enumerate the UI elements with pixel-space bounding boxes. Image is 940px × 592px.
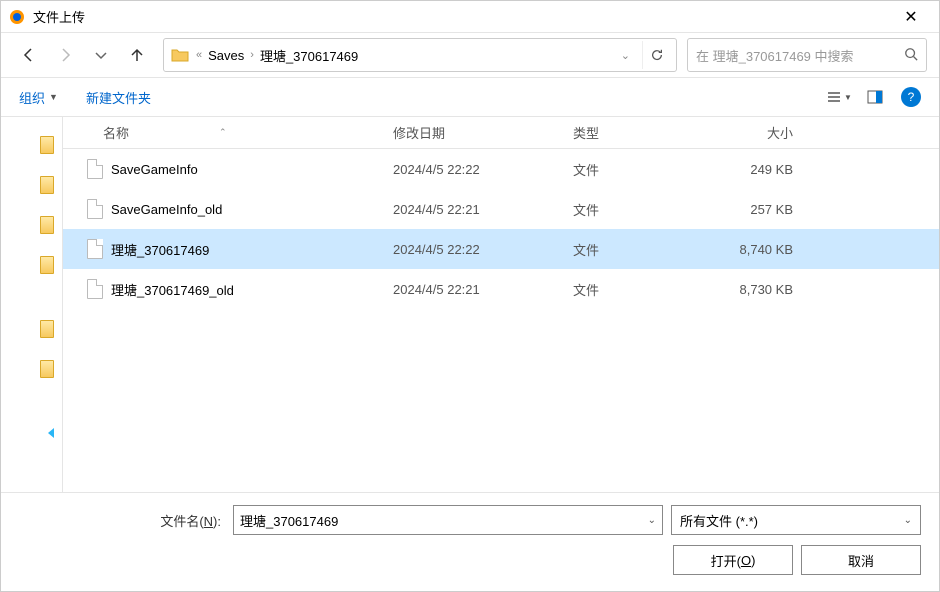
list-view-icon xyxy=(826,89,842,105)
main-area: 名称 ⌃ 修改日期 类型 大小 SaveGameInfo 2024/4/5 22:… xyxy=(1,117,939,492)
sidebar xyxy=(1,117,63,492)
search-placeholder: 在 理塘_370617469 中搜索 xyxy=(696,46,904,65)
file-type: 文件 xyxy=(573,200,713,219)
view-menu[interactable]: ▼ xyxy=(823,81,855,113)
firefox-icon xyxy=(9,9,25,25)
chevron-down-icon: ▼ xyxy=(49,92,58,102)
chevron-down-icon: ▼ xyxy=(844,93,852,102)
address-dropdown[interactable]: ⌄ xyxy=(615,49,636,62)
filename-input[interactable]: 理塘_370617469 ⌄ xyxy=(233,505,663,535)
filename-label: 文件名(N): xyxy=(160,511,221,530)
file-rows: SaveGameInfo2024/4/5 22:22文件249 KBSaveGa… xyxy=(63,149,939,492)
file-row[interactable]: SaveGameInfo 2024/4/5 22:22文件249 KB xyxy=(63,149,939,189)
column-name[interactable]: 名称 ⌃ xyxy=(63,123,393,142)
folder-icon xyxy=(40,320,54,338)
file-size: 8,740 KB xyxy=(713,242,833,257)
sort-indicator-icon: ⌃ xyxy=(219,127,227,138)
breadcrumb-saves[interactable]: Saves xyxy=(204,46,248,65)
file-list: 名称 ⌃ 修改日期 类型 大小 SaveGameInfo 2024/4/5 22:… xyxy=(63,117,939,492)
search-icon xyxy=(904,47,918,64)
file-row[interactable]: 理塘_370617469_old 2024/4/5 22:21文件8,730 KB xyxy=(63,269,939,309)
address-bar[interactable]: « Saves › 理塘_370617469 ⌄ xyxy=(163,38,677,72)
sidebar-item[interactable] xyxy=(1,205,62,245)
navbar: « Saves › 理塘_370617469 ⌄ 在 理塘_370617469 … xyxy=(1,33,939,77)
file-size: 249 KB xyxy=(713,162,833,177)
breadcrumb-current[interactable]: 理塘_370617469 xyxy=(256,44,362,67)
chevron-down-icon: ⌄ xyxy=(648,515,656,526)
sidebar-item[interactable] xyxy=(1,413,62,453)
open-button[interactable]: 打开(O) xyxy=(673,545,793,575)
column-size[interactable]: 大小 xyxy=(713,123,833,142)
toolbar: 组织 ▼ 新建文件夹 ▼ ? xyxy=(1,77,939,117)
column-headers: 名称 ⌃ 修改日期 类型 大小 xyxy=(63,117,939,149)
triangle-icon xyxy=(48,428,54,438)
folder-icon xyxy=(40,136,54,154)
folder-icon xyxy=(170,45,190,65)
path-overflow-icon[interactable]: « xyxy=(196,49,202,61)
sidebar-item[interactable] xyxy=(1,165,62,205)
file-date: 2024/4/5 22:21 xyxy=(393,202,573,217)
file-type: 文件 xyxy=(573,160,713,179)
arrow-left-icon xyxy=(21,47,37,63)
sidebar-item[interactable] xyxy=(1,309,62,349)
sidebar-item[interactable] xyxy=(1,125,62,165)
help-button[interactable]: ? xyxy=(895,81,927,113)
chevron-right-icon: › xyxy=(250,49,254,61)
file-icon xyxy=(87,239,103,259)
file-date: 2024/4/5 22:22 xyxy=(393,242,573,257)
folder-icon xyxy=(40,256,54,274)
column-type[interactable]: 类型 xyxy=(573,123,713,142)
file-type-filter[interactable]: 所有文件 (*.*) ⌄ xyxy=(671,505,921,535)
search-input[interactable]: 在 理塘_370617469 中搜索 xyxy=(687,38,927,72)
chevron-down-icon: ⌄ xyxy=(904,515,912,526)
folder-icon xyxy=(40,216,54,234)
file-name: SaveGameInfo_old xyxy=(111,202,222,217)
sidebar-item[interactable] xyxy=(1,245,62,285)
sidebar-item[interactable] xyxy=(1,349,62,389)
dialog-bottom: 文件名(N): 理塘_370617469 ⌄ 所有文件 (*.*) ⌄ 打开(O… xyxy=(1,492,939,591)
file-date: 2024/4/5 22:21 xyxy=(393,282,573,297)
up-button[interactable] xyxy=(121,39,153,71)
help-icon: ? xyxy=(901,87,921,107)
file-icon xyxy=(87,279,103,299)
file-size: 8,730 KB xyxy=(713,282,833,297)
forward-button[interactable] xyxy=(49,39,81,71)
chevron-down-icon xyxy=(93,47,109,63)
file-name: SaveGameInfo xyxy=(111,162,198,177)
file-date: 2024/4/5 22:22 xyxy=(393,162,573,177)
window-title: 文件上传 xyxy=(33,7,891,26)
recent-dropdown[interactable] xyxy=(85,39,117,71)
folder-icon xyxy=(40,360,54,378)
refresh-icon xyxy=(650,48,664,62)
organize-menu[interactable]: 组织 ▼ xyxy=(13,84,64,111)
file-icon xyxy=(87,199,103,219)
preview-pane-icon xyxy=(867,89,883,105)
file-type: 文件 xyxy=(573,280,713,299)
file-icon xyxy=(87,159,103,179)
cancel-button[interactable]: 取消 xyxy=(801,545,921,575)
preview-pane-button[interactable] xyxy=(859,81,891,113)
back-button[interactable] xyxy=(13,39,45,71)
new-folder-button[interactable]: 新建文件夹 xyxy=(80,84,157,111)
arrow-right-icon xyxy=(57,47,73,63)
file-name: 理塘_370617469 xyxy=(111,240,209,259)
file-row[interactable]: SaveGameInfo_old 2024/4/5 22:21文件257 KB xyxy=(63,189,939,229)
titlebar: 文件上传 ✕ xyxy=(1,1,939,33)
file-type: 文件 xyxy=(573,240,713,259)
arrow-up-icon xyxy=(129,47,145,63)
refresh-button[interactable] xyxy=(642,41,670,69)
folder-icon xyxy=(40,176,54,194)
file-name: 理塘_370617469_old xyxy=(111,280,234,299)
file-row[interactable]: 理塘_370617469 2024/4/5 22:22文件8,740 KB xyxy=(63,229,939,269)
column-date[interactable]: 修改日期 xyxy=(393,123,573,142)
file-size: 257 KB xyxy=(713,202,833,217)
close-button[interactable]: ✕ xyxy=(891,1,931,33)
